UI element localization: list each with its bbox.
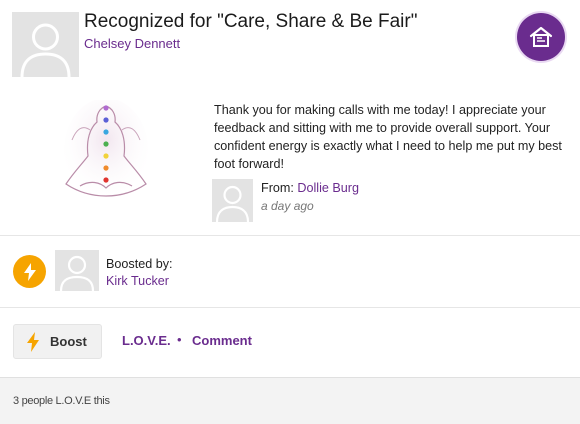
love-count-text[interactable]: 3 people L.O.V.E this — [13, 395, 110, 407]
person-placeholder-icon — [55, 250, 99, 291]
boosted-by-label: Boosted by: — [106, 257, 173, 271]
recipient-name-link[interactable]: Chelsey Dennett — [84, 36, 180, 51]
boost-button-label: Boost — [50, 334, 87, 349]
from-label: From: — [261, 181, 294, 195]
recognition-card: Recognized for "Care, Share & Be Fair" C… — [0, 0, 580, 424]
sender-avatar[interactable] — [212, 179, 253, 222]
recognition-message: Thank you for making calls with me today… — [214, 103, 562, 171]
boost-button[interactable]: Boost — [13, 324, 102, 359]
sender-name-link[interactable]: Dollie Burg — [297, 181, 359, 195]
comment-button[interactable]: Comment — [192, 333, 252, 348]
recognition-title: Recognized for "Care, Share & Be Fair" — [84, 11, 418, 32]
love-footer: 3 people L.O.V.E this — [0, 377, 580, 424]
divider — [0, 235, 580, 236]
boost-indicator — [13, 255, 46, 288]
lightning-icon — [23, 262, 36, 281]
booster-name-link[interactable]: Kirk Tucker — [106, 274, 169, 288]
recipient-avatar[interactable] — [12, 12, 79, 77]
divider — [0, 307, 580, 308]
person-placeholder-icon — [12, 12, 79, 77]
award-house-icon — [529, 26, 553, 47]
booster-avatar[interactable] — [55, 250, 99, 291]
timestamp: a day ago — [261, 199, 314, 213]
award-badge — [517, 13, 565, 61]
action-separator: • — [177, 332, 182, 347]
sender-line: From: Dollie Burg — [261, 181, 359, 195]
love-button[interactable]: L.O.V.E. — [122, 333, 171, 348]
chakra-meditation-image — [64, 100, 148, 202]
person-placeholder-icon — [212, 179, 253, 222]
lightning-icon — [27, 331, 39, 352]
